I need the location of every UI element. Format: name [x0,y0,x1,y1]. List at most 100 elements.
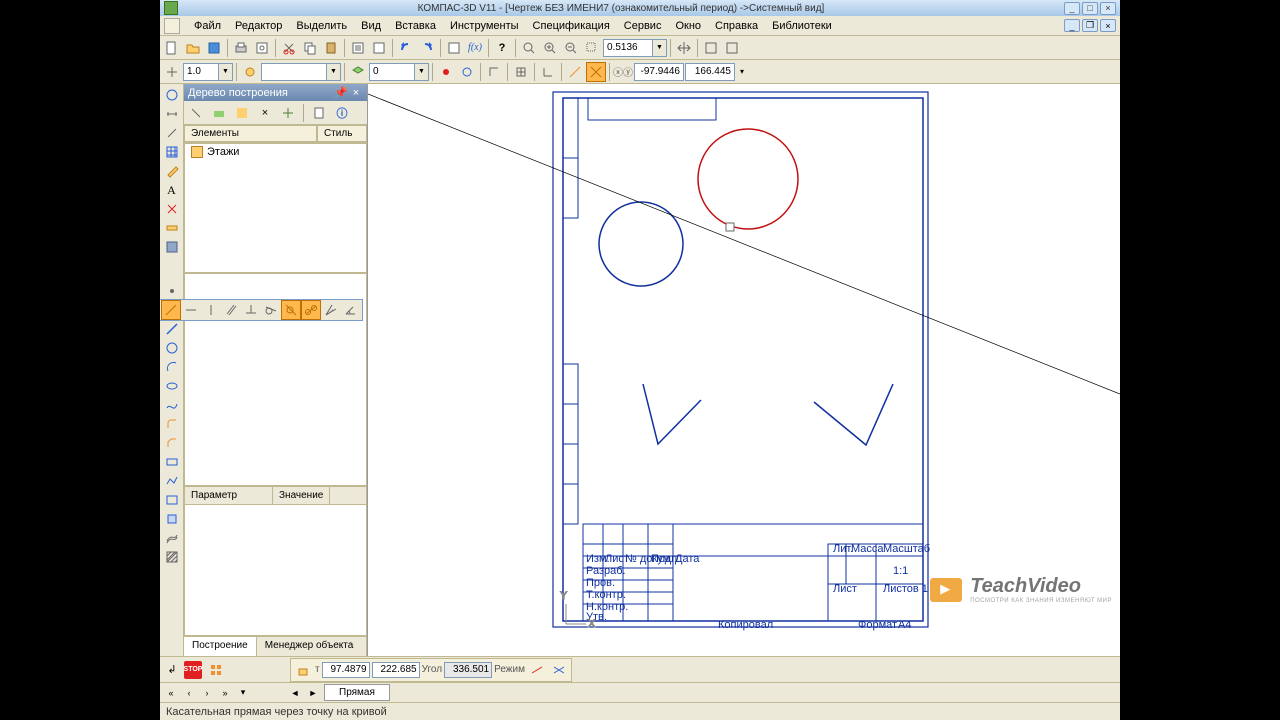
refresh-button[interactable] [701,38,721,58]
equidistant-tool[interactable] [162,529,182,547]
drawing-canvas[interactable]: Лит.МассаМасштаб 1:1 ЛистЛистов 1 Копиро… [368,84,1120,656]
zoom-in-button[interactable] [540,38,560,58]
panel-btn-2[interactable] [209,103,229,123]
layer-dropdown-arrow[interactable]: ▼ [415,63,429,81]
tree-col-elements[interactable]: Элементы [184,125,317,142]
dimensions-tool[interactable] [162,105,182,123]
paste-button[interactable] [321,38,341,58]
stop-button[interactable]: STOP [184,661,202,679]
cursor-x-input[interactable] [634,63,684,81]
track-button-1[interactable] [565,62,585,82]
polyline-tool[interactable] [162,472,182,490]
zoom-fit-button[interactable] [519,38,539,58]
layer-combo[interactable]: ▼ [369,63,429,81]
state-combo[interactable]: ▼ [261,63,341,81]
state-input[interactable] [261,63,327,81]
pan-button[interactable] [674,38,694,58]
nav-last[interactable]: » [218,686,232,700]
coord-menu-button[interactable]: ▾ [736,62,748,82]
snap-button-2[interactable] [457,62,477,82]
zoom-window-button[interactable] [582,38,602,58]
panel-btn-3[interactable] [232,103,252,123]
t2-input[interactable] [372,662,420,678]
auto-create-button[interactable] [206,660,226,680]
doc-minimize-button[interactable]: _ [1064,19,1080,32]
tree-body[interactable]: Этажи [184,143,367,273]
measure-tool[interactable] [162,219,182,237]
menu-view[interactable]: Вид [355,18,387,34]
edit-tool[interactable] [162,162,182,180]
zoom-combo[interactable]: ▼ [603,39,667,57]
grid-step-button[interactable] [162,62,182,82]
mode-button-1[interactable] [527,660,547,680]
aux-tangent-point-line[interactable] [281,300,301,320]
lcs-button[interactable] [538,62,558,82]
chamfer-tool[interactable] [162,434,182,452]
hatch-tool[interactable] [162,548,182,566]
menu-file[interactable]: Файл [188,18,227,34]
ellipse-tool[interactable] [162,377,182,395]
nav-menu[interactable]: ▾ [236,686,250,700]
menu-select[interactable]: Выделить [290,18,353,34]
cut-button[interactable] [279,38,299,58]
menu-spec[interactable]: Спецификация [527,18,616,34]
aux-vertical-line[interactable] [201,300,221,320]
state-dropdown-arrow[interactable]: ▼ [327,63,341,81]
nav-prev[interactable]: ‹ [182,686,196,700]
properties-button[interactable] [348,38,368,58]
mode-button-2[interactable] [549,660,569,680]
aux-bisector-line[interactable] [321,300,341,320]
tangent-point-marker[interactable] [726,223,734,231]
new-button[interactable] [162,38,182,58]
param-tool[interactable] [162,200,182,218]
aux-angle-line[interactable] [341,300,361,320]
redraw-button[interactable] [722,38,742,58]
help-button[interactable]: ? [492,38,512,58]
aux-arbitrary-line[interactable] [161,300,181,320]
symbols-tool[interactable] [162,124,182,142]
menu-window[interactable]: Окно [669,18,707,34]
point1-lock-button[interactable] [293,660,313,680]
aux-parallel-line[interactable] [221,300,241,320]
panel-btn-5[interactable] [278,103,298,123]
rect2-tool[interactable] [162,491,182,509]
aux-tangent-2curves-line[interactable] [301,300,321,320]
zoom-input[interactable] [603,39,653,57]
geometry-tool[interactable] [162,86,182,104]
select-tool[interactable] [162,238,182,256]
zoom-dropdown-arrow[interactable]: ▼ [653,39,667,57]
cursor-y-input[interactable] [685,63,735,81]
contour-tool[interactable] [162,510,182,528]
zoom-out-button[interactable] [561,38,581,58]
minimize-button[interactable]: _ [1064,2,1080,15]
panel-close-button[interactable]: × [349,86,363,99]
point-tool[interactable] [162,282,182,300]
state-button-1[interactable] [240,62,260,82]
copy-button[interactable] [300,38,320,58]
doc-restore-button[interactable]: ❐ [1082,19,1098,32]
snap-button-1[interactable] [436,62,456,82]
manager-button[interactable] [444,38,464,58]
close-button[interactable]: × [1100,2,1116,15]
redo-button[interactable] [417,38,437,58]
panel-help-button[interactable]: ⓘ [332,103,352,123]
panel-tab-manager[interactable]: Менеджер объекта ... [257,637,367,656]
preview-button[interactable] [252,38,272,58]
ortho-button[interactable] [484,62,504,82]
rect-tool[interactable] [162,453,182,471]
menu-tools[interactable]: Инструменты [444,18,525,34]
print-button[interactable] [231,38,251,58]
line-tool[interactable] [162,320,182,338]
variables-button[interactable]: f(x) [465,38,485,58]
layer-input[interactable] [369,63,415,81]
copy-props-button[interactable] [369,38,389,58]
text-tool[interactable]: A [162,181,182,199]
layer-button[interactable] [348,62,368,82]
param-col-value[interactable]: Значение [273,487,330,504]
nav-first[interactable]: « [164,686,178,700]
panel-pin-button[interactable]: 📌 [334,86,348,99]
aux-perpendicular-line[interactable] [241,300,261,320]
scale-dropdown-arrow[interactable]: ▼ [219,63,233,81]
scroll-left[interactable]: ◄ [288,686,302,700]
aux-horizontal-line[interactable] [181,300,201,320]
